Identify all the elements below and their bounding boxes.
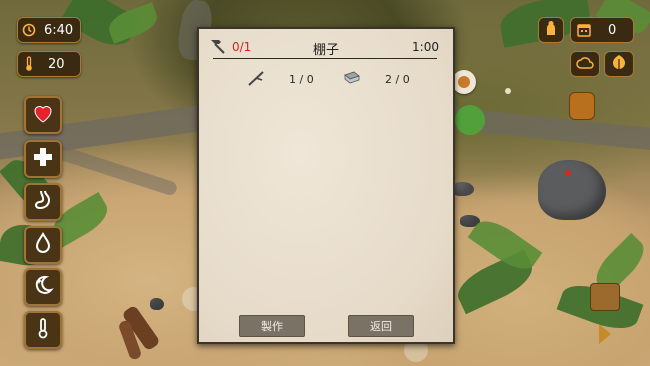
back-button[interactable]: 返回 xyxy=(348,315,414,337)
health-heart-icon xyxy=(31,101,55,129)
first-aid-icon xyxy=(31,145,55,173)
header-divider xyxy=(213,58,437,59)
crafting-panel: 0/1 棚子 1:00 1 / 0 2 / 0 製作 返回 xyxy=(197,27,455,344)
calendar-icon xyxy=(576,22,592,38)
hunger-button[interactable] xyxy=(24,183,62,221)
water-drop-icon xyxy=(31,231,55,259)
weather-button[interactable] xyxy=(570,51,600,77)
cloth-count: 2 / 0 xyxy=(385,73,410,86)
small-rock xyxy=(452,182,474,196)
stomach-icon xyxy=(31,188,55,216)
flower-icon xyxy=(505,88,511,94)
clock-display: 6:40 xyxy=(17,17,81,43)
leaf-icon xyxy=(610,53,628,75)
person-icon xyxy=(544,20,558,40)
thermometer-small-icon xyxy=(18,53,40,75)
play-arrow-icon[interactable] xyxy=(599,324,611,344)
stick-icon xyxy=(247,70,267,90)
thirst-button[interactable] xyxy=(24,226,62,264)
cloth-icon xyxy=(343,70,361,89)
temperature-display: 20 xyxy=(17,51,81,77)
temperature-text: 20 xyxy=(48,56,65,72)
calendar-counter[interactable]: 0 xyxy=(570,17,634,43)
craft-time: 1:00 xyxy=(412,40,439,54)
body-temp-button[interactable] xyxy=(24,311,62,349)
sleep-button[interactable] xyxy=(24,268,62,306)
map-toggle-button[interactable] xyxy=(590,283,620,311)
time-text: 6:40 xyxy=(44,22,74,38)
cloud-icon xyxy=(576,55,594,74)
berry-icon xyxy=(565,170,571,176)
stick-count: 1 / 0 xyxy=(289,73,314,86)
boulder xyxy=(538,160,606,220)
small-rock xyxy=(150,298,164,310)
craft-button[interactable]: 製作 xyxy=(239,315,305,337)
character-button[interactable] xyxy=(538,17,564,43)
sleep-moon-icon xyxy=(31,273,55,301)
health-button[interactable] xyxy=(24,96,62,134)
backpack-icon[interactable] xyxy=(569,92,595,120)
clock-icon xyxy=(18,19,40,41)
nature-button[interactable] xyxy=(604,51,634,77)
crafting-header: 0/1 棚子 1:00 xyxy=(199,29,453,59)
inventory-count: 0 xyxy=(608,22,617,38)
map-marker-icon[interactable] xyxy=(452,70,476,94)
first-aid-button[interactable] xyxy=(24,140,62,178)
thermometer-icon xyxy=(31,316,55,344)
